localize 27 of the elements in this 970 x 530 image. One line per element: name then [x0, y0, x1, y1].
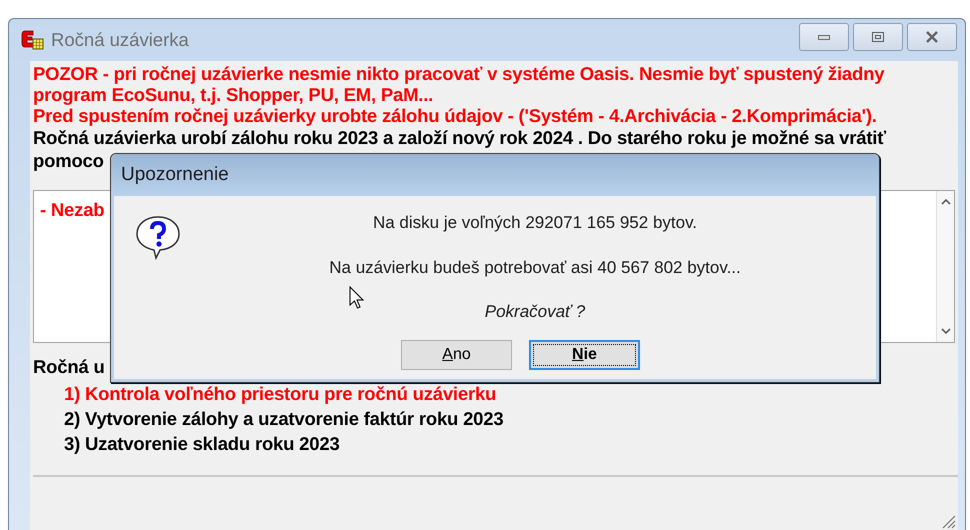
- scroll-up-icon[interactable]: [940, 199, 950, 205]
- warning-text: Pred spustením ročnej uzávierky urobte zálohu údajov - ('Systém - 4.Archivácia - 2.Komprimácia').: [33, 105, 878, 126]
- maximize-button[interactable]: [853, 23, 903, 51]
- resize-grip-icon: [940, 513, 956, 529]
- app-logo-icon: [21, 29, 45, 51]
- restore-icon: [872, 32, 884, 42]
- message-text: Na uzávierku budeš potrebovať asi 40 567 802 bytov...: [329, 256, 741, 278]
- dialog-title: Upozornenie: [121, 162, 229, 187]
- scroll-down-icon[interactable]: [940, 328, 950, 334]
- steps-heading: Ročná u: [33, 357, 105, 377]
- step-text: 1) Kontrola voľného priestoru pre ročnú uzávierku: [64, 384, 496, 404]
- question-icon: [134, 214, 182, 260]
- info-text: Ročná uzávierka urobí zálohu roku 2023 a založí nový rok 2024 . Do starého roku je možné sa vrátiť: [33, 126, 886, 149]
- step-text: 2) Vytvorenie zálohy a uzatvorenie faktúr roku 2023: [64, 409, 504, 429]
- minimize-button[interactable]: [799, 23, 849, 51]
- window-title: Ročná uzávierka: [51, 28, 189, 52]
- dialog-button[interactable]: Nie: [529, 340, 640, 370]
- close-icon: [925, 31, 939, 43]
- step-text: 3) Uzatvorenie skladu roku 2023: [64, 434, 340, 454]
- message-text: Na disku je voľných 292071 165 952 bytov.: [372, 212, 698, 234]
- info-text: pomoco: [33, 149, 104, 172]
- dialog-button[interactable]: Ano: [401, 340, 512, 370]
- mouse-cursor-icon: [349, 286, 365, 310]
- minimize-icon: [818, 34, 830, 40]
- question-text: Pokračovať ?: [484, 301, 586, 323]
- close-button[interactable]: [907, 23, 957, 51]
- warning-text: POZOR - pri ročnej uzávierke nesmie nikto pracovať v systéme Oasis. Nesmie byť spustený žiadny program EcoSunu, t.j. Shopper, PU, EM, PaM...: [33, 63, 886, 105]
